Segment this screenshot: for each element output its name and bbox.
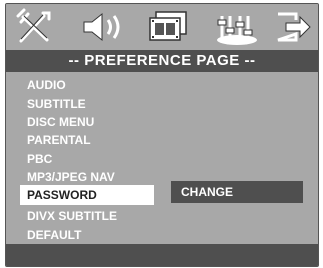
menu-item-default[interactable]: DEFAULT — [20, 225, 154, 245]
menu-item-audio[interactable]: AUDIO — [20, 75, 154, 95]
menu-item-mp3-jpeg-nav[interactable]: MP3/JPEG NAV — [20, 167, 154, 187]
setup-icon-bar — [6, 4, 318, 50]
preference-setup-icon[interactable] — [214, 8, 260, 46]
password-change-option[interactable]: CHANGE — [171, 181, 303, 203]
general-setup-icon[interactable] — [14, 8, 54, 46]
osd-screen: -- PREFERENCE PAGE -- AUDIO SUBTITLE DIS… — [5, 3, 319, 267]
exit-icon[interactable] — [274, 8, 314, 46]
menu-item-pbc[interactable]: PBC — [20, 149, 154, 169]
menu-item-disc-menu[interactable]: DISC MENU — [20, 112, 154, 132]
menu-item-divx-subtitle[interactable]: DIVX SUBTITLE — [20, 206, 154, 226]
page-title: -- PREFERENCE PAGE -- — [6, 50, 318, 72]
menu-item-password[interactable]: PASSWORD — [20, 185, 154, 205]
menu-item-subtitle[interactable]: SUBTITLE — [20, 94, 154, 114]
audio-setup-icon[interactable] — [78, 8, 126, 46]
status-bar — [6, 244, 318, 266]
video-setup-icon[interactable] — [146, 8, 192, 46]
menu-item-parental[interactable]: PARENTAL — [20, 130, 154, 150]
